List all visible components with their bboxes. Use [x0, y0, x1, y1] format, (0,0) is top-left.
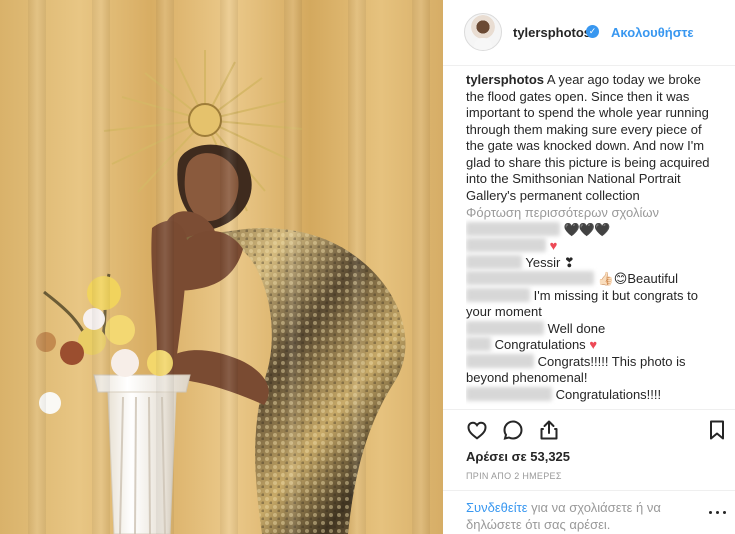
blurred-comment-username	[466, 386, 552, 401]
comment-row: Yessir ❣	[466, 254, 716, 272]
post-header: tylersphotos ✓ Ακολουθήστε	[443, 0, 735, 66]
comments-list: tylersphotos A year ago today we broke t…	[466, 72, 716, 407]
more-options-icon[interactable]	[709, 511, 727, 515]
comment-row: Well done	[466, 320, 716, 338]
post-actions	[443, 409, 735, 449]
load-more-comments-button[interactable]: Φόρτωση περισσότερων σχολίων	[466, 205, 716, 222]
avatar[interactable]	[464, 13, 502, 51]
follow-button[interactable]: Ακολουθήστε	[611, 25, 694, 40]
comment-row: ♥	[466, 238, 716, 255]
login-prompt: Συνδεθείτε για να σχολιάσετε ή να δηλώσε…	[466, 500, 686, 533]
blurred-comment-username	[466, 353, 534, 368]
comment-text: 👍🏻😊Beautiful	[597, 271, 678, 286]
comment-text: Well done	[547, 320, 606, 336]
login-link[interactable]: Συνδεθείτε	[466, 500, 528, 515]
blurred-comment-username	[466, 271, 594, 285]
comment-row: 👍🏻😊Beautiful	[466, 271, 716, 288]
comment-row: Congratulations ♥	[466, 337, 716, 354]
blurred-comment-username	[466, 254, 522, 269]
likes-count[interactable]: Αρέσει σε 53,325	[466, 449, 570, 464]
blurred-comment-username	[466, 221, 560, 236]
comment-row: 🖤🖤🖤	[466, 221, 716, 239]
caption: tylersphotos A year ago today we broke t…	[466, 72, 716, 204]
comment-login-footer: Συνδεθείτε για να σχολιάσετε ή να δηλώσε…	[443, 490, 735, 534]
comment-text: Congratulations!!!!	[555, 386, 662, 402]
blurred-comment-username	[466, 238, 546, 252]
post-username[interactable]: tylersphotos	[513, 25, 591, 40]
caption-text: A year ago today we broke the flood gate…	[466, 72, 710, 203]
comment-text: Congratulations	[494, 337, 586, 352]
comment-row: I'm missing it but congrats to your mome…	[466, 287, 716, 321]
post-photo[interactable]	[0, 0, 443, 534]
heart-emoji-icon: ♥	[589, 337, 598, 352]
comment-row: Congrats!!!!! This photo is beyond pheno…	[466, 353, 716, 387]
post-sidebar: tylersphotos ✓ Ακολουθήστε tylersphotos …	[443, 0, 735, 534]
comment-row: Congratulations!!!!	[466, 386, 716, 404]
post-timestamp: ΠΡΙΝ ΑΠΟ 2 ΗΜΕΡΕΣ	[466, 471, 562, 481]
heart-emoji-icon: ♥	[549, 238, 558, 253]
heart-icon[interactable]	[465, 418, 489, 442]
blurred-comment-username	[466, 320, 544, 335]
bookmark-icon[interactable]	[705, 418, 729, 442]
comment-icon[interactable]	[501, 418, 525, 442]
comment-text: Yessir ❣	[525, 254, 575, 270]
blurred-comment-username	[466, 287, 530, 302]
caption-username[interactable]: tylersphotos	[466, 72, 544, 87]
blurred-comment-username	[466, 337, 491, 351]
comment-text: 🖤🖤🖤	[563, 221, 611, 237]
share-icon[interactable]	[537, 418, 561, 442]
verified-badge-icon: ✓	[586, 25, 599, 38]
